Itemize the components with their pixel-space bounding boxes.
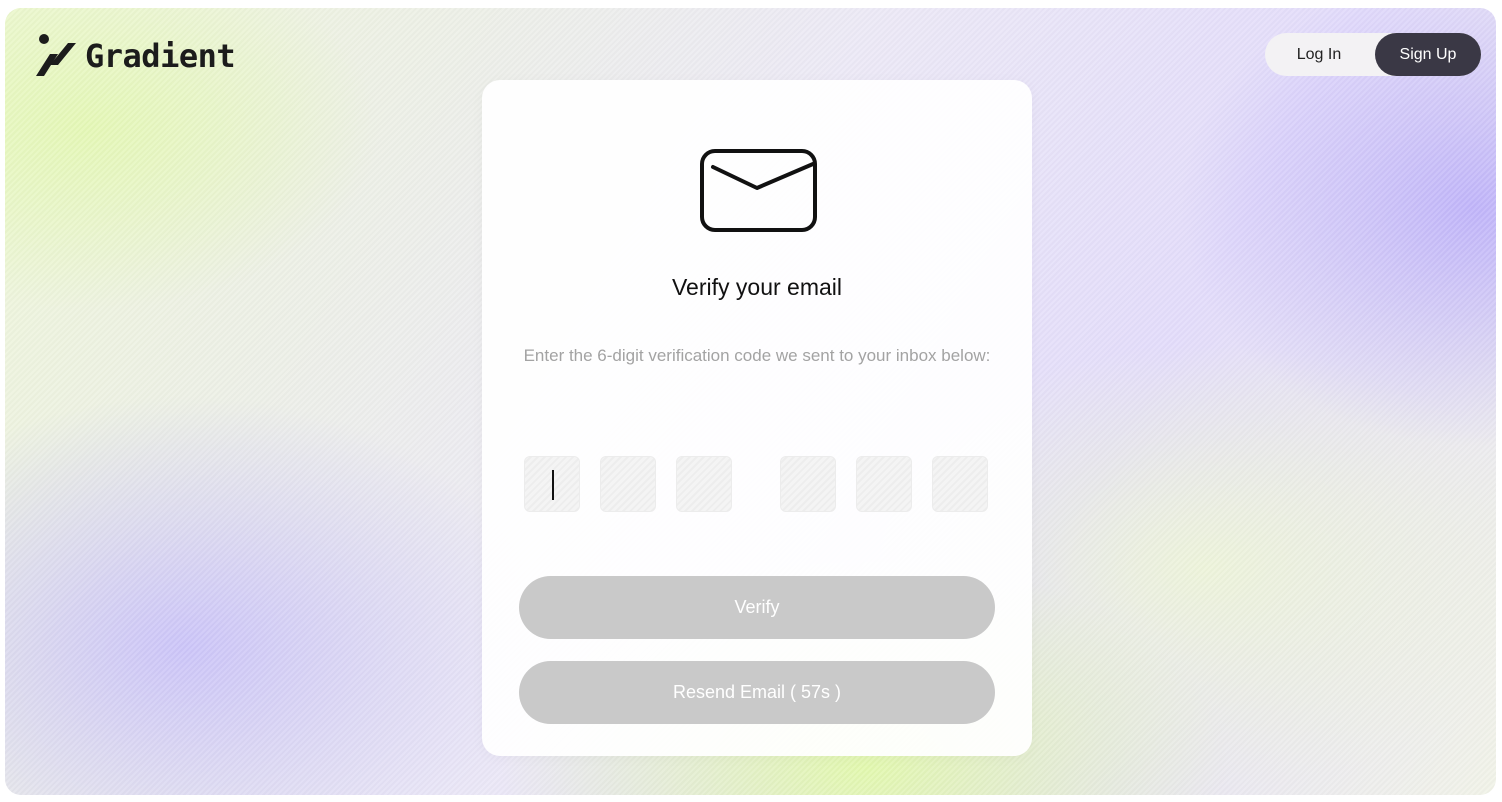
signup-button[interactable]: Sign Up [1375,33,1481,76]
code-digit-5[interactable] [856,456,912,512]
instruction-text: Enter the 6-digit verification code we s… [523,346,991,365]
verify-button[interactable]: Verify [519,576,995,639]
brand-name: Gradient [85,37,236,75]
verify-email-card: Verify your email Enter the 6-digit veri… [482,80,1032,756]
brand-logo[interactable]: Gradient [33,34,236,78]
text-cursor [552,470,554,500]
page-background: Gradient Log In Sign Up Verify your emai… [5,8,1496,795]
code-digit-2[interactable] [600,456,656,512]
auth-toggle: Log In Sign Up [1265,33,1481,76]
code-digit-4[interactable] [780,456,836,512]
resend-email-button[interactable]: Resend Email ( 57s ) [519,661,995,724]
envelope-icon [700,149,817,232]
code-digit-6[interactable] [932,456,988,512]
slash-dot-logo-icon [36,34,76,76]
page-title: Verify your email [671,274,842,300]
login-button[interactable]: Log In [1265,33,1373,76]
code-digit-3[interactable] [676,456,732,512]
